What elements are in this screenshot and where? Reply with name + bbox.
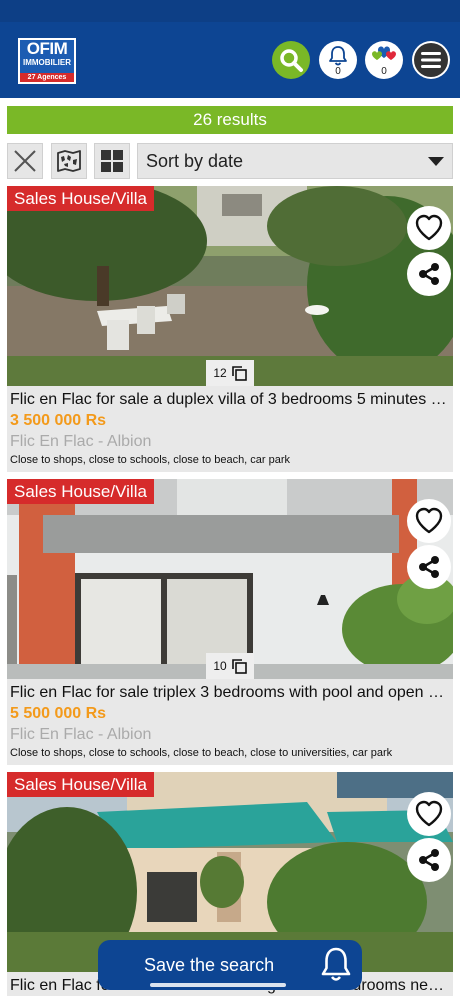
save-search-button[interactable]: Save the search <box>98 940 362 990</box>
filter-toolbar: Sort by date <box>7 143 453 179</box>
search-button[interactable] <box>272 41 310 79</box>
listing-category-tag: Sales House/Villa <box>7 772 154 797</box>
app-header: OFIM IMMOBILIER 27 Agences 0 0 <box>0 22 460 98</box>
notifications-button[interactable]: 0 <box>319 41 357 79</box>
clear-filters-button[interactable] <box>7 143 43 179</box>
listing-category-tag: Sales House/Villa <box>7 186 154 211</box>
gallery-icon <box>231 659 247 674</box>
favorite-button[interactable] <box>407 792 451 836</box>
logo-text-ofim: OFIM <box>26 39 68 58</box>
logo-text-agences: 27 Agences <box>20 73 74 82</box>
sort-select-label: Sort by date <box>146 151 244 171</box>
photo-count-badge[interactable]: 10 <box>206 653 254 679</box>
listing-card[interactable]: Sales House/Villa 12 Flic en Flac for sa… <box>7 186 453 472</box>
favorite-button[interactable] <box>407 206 451 250</box>
grid-view-icon <box>101 150 123 172</box>
favorites-count: 0 <box>381 66 387 77</box>
map-view-button[interactable] <box>51 143 87 179</box>
notification-count: 0 <box>335 66 341 77</box>
listing-category-tag: Sales House/Villa <box>7 479 154 504</box>
ofim-logo[interactable]: OFIM IMMOBILIER 27 Agences <box>18 38 76 84</box>
listing-price: 5 500 000 Rs <box>10 705 107 722</box>
listing-title[interactable]: Flic en Flac for sale triplex 3 bedrooms… <box>10 684 450 702</box>
home-indicator <box>150 983 286 987</box>
garden-photo-image <box>7 186 453 386</box>
listing-description: Close to shops, close to schools, close … <box>10 747 393 759</box>
close-icon <box>14 150 36 172</box>
share-button[interactable] <box>407 838 451 882</box>
photo-count: 12 <box>213 366 227 380</box>
menu-icon <box>414 43 448 77</box>
bell-icon <box>321 947 351 981</box>
listing-photo[interactable]: Sales House/Villa 12 <box>7 186 453 386</box>
heart-icon <box>415 214 443 241</box>
share-icon <box>419 556 439 578</box>
photo-count: 10 <box>213 659 227 673</box>
share-icon <box>419 263 439 285</box>
photo-count-badge[interactable]: 12 <box>206 360 254 386</box>
share-button[interactable] <box>407 545 451 589</box>
sort-select[interactable]: Sort by date <box>137 143 453 179</box>
favorites-button[interactable]: 0 <box>365 41 403 79</box>
results-count-banner: 26 results <box>7 106 453 134</box>
listing-photo[interactable]: Sales House/Villa 10 <box>7 479 453 679</box>
heart-icon <box>415 507 443 534</box>
map-icon <box>57 150 81 172</box>
heart-icon <box>415 800 443 827</box>
listing-card[interactable]: Sales House/Villa 10 Flic en Flac for sa… <box>7 479 453 765</box>
listing-title[interactable]: Flic en Flac for sale a duplex villa of … <box>10 391 450 409</box>
listing-price: 3 500 000 Rs <box>10 412 107 429</box>
bell-icon <box>329 46 347 66</box>
gallery-icon <box>231 366 247 381</box>
status-bar <box>0 0 460 22</box>
logo-text-immobilier: IMMOBILIER <box>23 58 71 67</box>
listing-location: Flic En Flac - Albion <box>10 726 152 743</box>
listing-location: Flic En Flac - Albion <box>10 433 152 450</box>
favorite-button[interactable] <box>407 499 451 543</box>
save-search-label: Save the search <box>144 955 275 975</box>
search-icon <box>280 49 303 72</box>
villa-photo-image <box>7 479 453 679</box>
menu-button[interactable] <box>412 41 450 79</box>
grid-view-button[interactable] <box>94 143 130 179</box>
listing-description: Close to shops, close to schools, close … <box>10 454 291 466</box>
chevron-down-icon <box>428 157 444 166</box>
heart-favorites-icon <box>372 46 396 60</box>
share-icon <box>419 849 439 871</box>
share-button[interactable] <box>407 252 451 296</box>
